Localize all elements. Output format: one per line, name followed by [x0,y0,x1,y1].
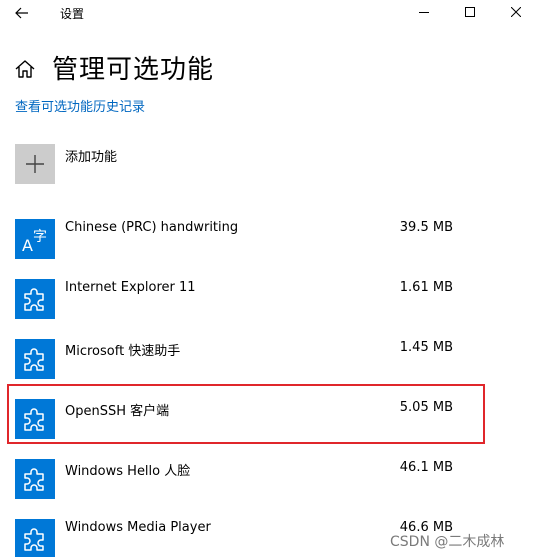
page-title: 管理可选功能 [52,55,215,85]
feature-tile [15,459,55,499]
maximize-icon [465,7,475,17]
feature-size: 5.05 MB [399,400,453,415]
feature-size: 46.1 MB [399,460,453,475]
feature-tile [15,399,55,439]
feature-item-internet-explorer[interactable]: Internet Explorer 11 1.61 MB [15,279,475,321]
feature-item-windows-hello-face[interactable]: Windows Hello 人脸 46.1 MB [15,459,475,501]
language-icon: A 字 [22,229,47,254]
feature-item-quick-assist[interactable]: Microsoft 快速助手 1.45 MB [15,339,475,381]
feature-item-openssh-client[interactable]: OpenSSH 客户端 5.05 MB [15,399,475,441]
feature-size: 1.45 MB [399,340,453,355]
add-feature-button[interactable]: 添加功能 [15,144,235,186]
watermark: CSDN @二木成林 [390,531,505,551]
close-button[interactable] [493,0,539,24]
add-feature-tile [15,144,55,184]
feature-name: Microsoft 快速助手 [65,344,181,359]
feature-tile: A 字 [15,219,55,259]
feature-name: Windows Hello 人脸 [65,464,191,479]
title-bar: 设置 [0,0,542,26]
back-arrow-icon [15,7,28,19]
add-feature-label: 添加功能 [65,150,118,165]
puzzle-icon [24,408,44,431]
feature-tile [15,519,55,557]
feature-tile [15,339,55,379]
feature-size: 1.61 MB [399,280,453,295]
settings-window: 设置 管理可选功能 查看可选功能历史记录 添加功能 A 字 Chinese (P… [0,0,542,557]
feature-name: Internet Explorer 11 [65,280,196,295]
puzzle-icon [24,348,44,371]
feature-name: Chinese (PRC) handwriting [65,220,239,235]
feature-tile [15,279,55,319]
maximize-button[interactable] [447,0,493,24]
feature-item-chinese-handwriting[interactable]: A 字 Chinese (PRC) handwriting 39.5 MB [15,219,475,261]
feature-size: 39.5 MB [399,220,453,235]
home-icon [15,60,35,78]
back-button[interactable] [8,1,36,25]
minimize-icon [419,12,429,13]
feature-history-link[interactable]: 查看可选功能历史记录 [15,96,145,115]
feature-name: Windows Media Player [65,520,211,535]
close-icon [511,7,521,17]
window-title: 设置 [60,7,85,21]
puzzle-icon [24,468,44,491]
puzzle-icon [24,528,44,551]
puzzle-icon [24,288,44,311]
feature-name: OpenSSH 客户端 [65,404,170,419]
home-button[interactable] [14,58,36,80]
svg-text:A: A [22,236,33,254]
minimize-button[interactable] [401,0,447,24]
svg-text:字: 字 [33,229,47,245]
plus-icon [26,155,44,173]
